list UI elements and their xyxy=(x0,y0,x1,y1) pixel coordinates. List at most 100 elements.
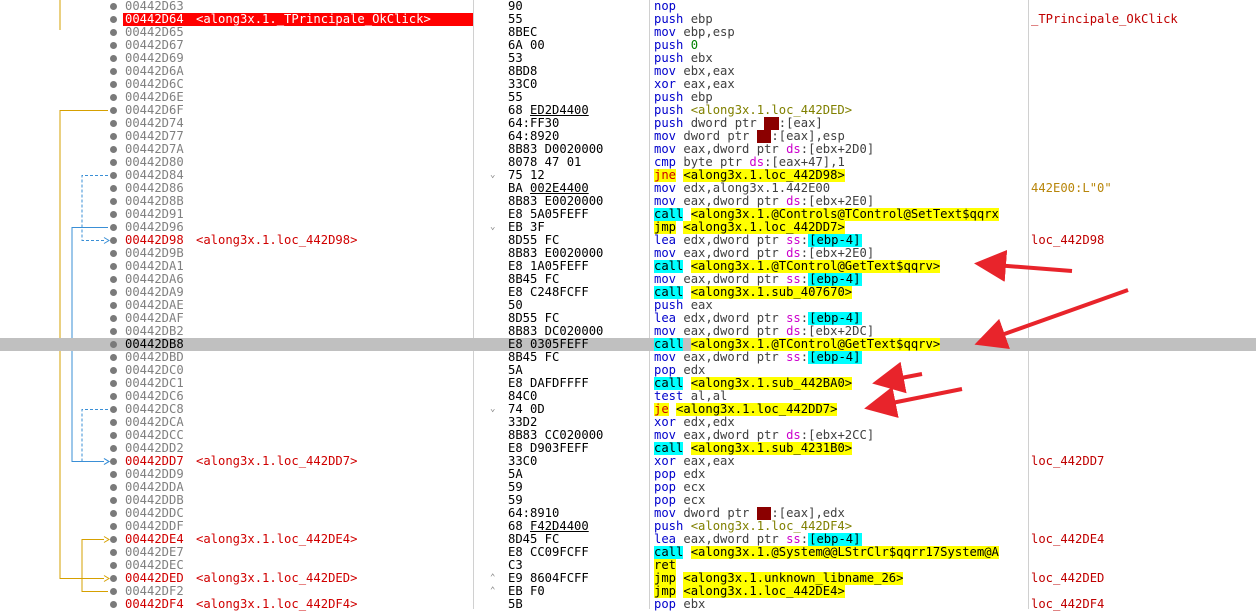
instruction-cell[interactable]: call <along3x.1.@TControl@GetText$qqrv> xyxy=(654,260,1027,273)
instruction-row[interactable]: 00442DCC 8B83 CC020000 mov eax,dword ptr d… xyxy=(0,429,1256,442)
instruction-cell[interactable]: ret xyxy=(654,559,1027,572)
instruction-cell[interactable]: pop ecx xyxy=(654,494,1027,507)
instruction-row[interactable]: 00442D6A 8BD8 mov ebx,eax xyxy=(0,65,1256,78)
breakpoint-dot-icon[interactable] xyxy=(110,146,117,153)
instruction-cell[interactable]: call <along3x.1.sub_407670> xyxy=(654,286,1027,299)
breakpoint-dot-icon[interactable] xyxy=(110,16,117,23)
disassembly-listing[interactable]: 00442D63 90 nop 00442D64 <along3x.1._TPrinci… xyxy=(0,0,1256,611)
instruction-cell[interactable]: nop xyxy=(654,0,1027,13)
instruction-row[interactable]: 00442DDA 59 pop ecx xyxy=(0,481,1256,494)
instruction-row[interactable]: 00442D77 64:8920 mov dword ptr fs:[eax],es… xyxy=(0,130,1256,143)
breakpoint-dot-icon[interactable] xyxy=(110,588,117,595)
instruction-row[interactable]: 00442DC8 ⌄ 74 0D je <along3x.1.loc_442DD7> xyxy=(0,403,1256,416)
instruction-cell[interactable]: push dword ptr fs:[eax] xyxy=(654,117,1027,130)
breakpoint-dot-icon[interactable] xyxy=(110,432,117,439)
breakpoint-dot-icon[interactable] xyxy=(110,341,117,348)
instruction-row[interactable]: 00442DE7 E8 CC09FCFF call <along3x.1.@Syst… xyxy=(0,546,1256,559)
instruction-cell[interactable]: mov dword ptr fs:[eax],esp xyxy=(654,130,1027,143)
instruction-cell[interactable]: jmp <along3x.1.unknown_libname_26> xyxy=(654,572,1027,585)
instruction-cell[interactable]: push ebp xyxy=(654,91,1027,104)
instruction-cell[interactable]: mov edx,along3x.1.442E00 xyxy=(654,182,1027,195)
instruction-row[interactable]: 00442D64 <along3x.1._TPrincipale_OkClick>… xyxy=(0,13,1256,26)
breakpoint-dot-icon[interactable] xyxy=(110,419,117,426)
instruction-cell[interactable]: mov eax,dword ptr ds:[ebx+2CC] xyxy=(654,429,1027,442)
instruction-cell[interactable]: mov eax,dword ptr ds:[ebx+2DC] xyxy=(654,325,1027,338)
instruction-cell[interactable]: pop ebx xyxy=(654,598,1027,611)
instruction-row[interactable]: 00442D9B 8B83 E0020000 mov eax,dword ptr d… xyxy=(0,247,1256,260)
instruction-cell[interactable]: mov eax,dword ptr ds:[ebx+2D0] xyxy=(654,143,1027,156)
breakpoint-dot-icon[interactable] xyxy=(110,211,117,218)
breakpoint-dot-icon[interactable] xyxy=(110,328,117,335)
breakpoint-dot-icon[interactable] xyxy=(110,549,117,556)
instruction-cell[interactable]: lea eax,dword ptr ss:[ebp-4] xyxy=(654,533,1027,546)
breakpoint-dot-icon[interactable] xyxy=(110,198,117,205)
instruction-cell[interactable]: mov dword ptr fs:[eax],edx xyxy=(654,507,1027,520)
instruction-row[interactable]: 00442DAE 50 push eax xyxy=(0,299,1256,312)
instruction-cell[interactable]: xor eax,eax xyxy=(654,78,1027,91)
breakpoint-dot-icon[interactable] xyxy=(110,445,117,452)
breakpoint-dot-icon[interactable] xyxy=(110,81,117,88)
instruction-row[interactable]: 00442DE4 <along3x.1.loc_442DE4> 8D45 FC lea… xyxy=(0,533,1256,546)
breakpoint-dot-icon[interactable] xyxy=(110,393,117,400)
instruction-cell[interactable]: push <along3x.1.loc_442DF4> xyxy=(654,520,1027,533)
instruction-row[interactable]: 00442D74 64:FF30 push dword ptr fs:[eax] xyxy=(0,117,1256,130)
instruction-row[interactable]: 00442D69 53 push ebx xyxy=(0,52,1256,65)
instruction-row[interactable]: 00442DC6 84C0 test al,al xyxy=(0,390,1256,403)
instruction-cell[interactable]: call <along3x.1.@System@@LStrClr$qqrr17S… xyxy=(654,546,1027,559)
instruction-cell[interactable]: lea edx,dword ptr ss:[ebp-4] xyxy=(654,312,1027,325)
instruction-row[interactable]: 00442DA1 E8 1A05FEFF call <along3x.1.@TCon… xyxy=(0,260,1256,273)
breakpoint-dot-icon[interactable] xyxy=(110,3,117,10)
breakpoint-dot-icon[interactable] xyxy=(110,94,117,101)
breakpoint-dot-icon[interactable] xyxy=(110,380,117,387)
breakpoint-dot-icon[interactable] xyxy=(110,523,117,530)
instruction-cell[interactable]: jmp <along3x.1.loc_442DD7> xyxy=(654,221,1027,234)
instruction-cell[interactable]: push ebx xyxy=(654,52,1027,65)
breakpoint-dot-icon[interactable] xyxy=(110,159,117,166)
breakpoint-dot-icon[interactable] xyxy=(110,224,117,231)
instruction-cell[interactable]: pop edx xyxy=(654,364,1027,377)
instruction-row[interactable]: 00442D6C 33C0 xor eax,eax xyxy=(0,78,1256,91)
instruction-row[interactable]: 00442DA9 E8 C248FCFF call <along3x.1.sub_4… xyxy=(0,286,1256,299)
instruction-row[interactable]: 00442DB8 E8 0305FEFF call <along3x.1.@TCon… xyxy=(0,338,1256,351)
breakpoint-dot-icon[interactable] xyxy=(110,185,117,192)
instruction-row[interactable]: 00442D91 E8 5A05FEFF call <along3x.1.@Cont… xyxy=(0,208,1256,221)
breakpoint-dot-icon[interactable] xyxy=(110,263,117,270)
breakpoint-dot-icon[interactable] xyxy=(110,458,117,465)
instruction-cell[interactable]: mov eax,dword ptr ds:[ebx+2E0] xyxy=(654,247,1027,260)
instruction-row[interactable]: 00442D98 <along3x.1.loc_442D98> 8D55 FC lea… xyxy=(0,234,1256,247)
instruction-row[interactable]: 00442DB2 8B83 DC020000 mov eax,dword ptr d… xyxy=(0,325,1256,338)
instruction-cell[interactable]: xor edx,edx xyxy=(654,416,1027,429)
instruction-row[interactable]: 00442D80 8078 47 01 cmp byte ptr ds:[eax+4… xyxy=(0,156,1256,169)
instruction-row[interactable]: 00442DC1 E8 DAFDFFFF call <along3x.1.sub_4… xyxy=(0,377,1256,390)
instruction-cell[interactable]: call <along3x.1.sub_4231B0> xyxy=(654,442,1027,455)
instruction-row[interactable]: 00442D67 6A 00 push 0 xyxy=(0,39,1256,52)
breakpoint-dot-icon[interactable] xyxy=(110,68,117,75)
instruction-cell[interactable]: lea edx,dword ptr ss:[ebp-4] xyxy=(654,234,1027,247)
instruction-row[interactable]: 00442DBD 8B45 FC mov eax,dword ptr ss:[ebp… xyxy=(0,351,1256,364)
instruction-row[interactable]: 00442D6E 55 push ebp xyxy=(0,91,1256,104)
instruction-row[interactable]: 00442D7A 8B83 D0020000 mov eax,dword ptr d… xyxy=(0,143,1256,156)
instruction-cell[interactable]: pop edx xyxy=(654,468,1027,481)
instruction-row[interactable]: 00442DC0 5A pop edx xyxy=(0,364,1256,377)
instruction-cell[interactable]: cmp byte ptr ds:[eax+47],1 xyxy=(654,156,1027,169)
instruction-row[interactable]: 00442D6F 68 ED2D4400 push <along3x.1.loc_4… xyxy=(0,104,1256,117)
breakpoint-dot-icon[interactable] xyxy=(110,601,117,608)
instruction-cell[interactable]: mov eax,dword ptr ds:[ebx+2E0] xyxy=(654,195,1027,208)
instruction-cell[interactable]: jne <along3x.1.loc_442D98> xyxy=(654,169,1027,182)
instruction-cell[interactable]: mov ebx,eax xyxy=(654,65,1027,78)
instruction-cell[interactable]: mov eax,dword ptr ss:[ebp-4] xyxy=(654,273,1027,286)
breakpoint-dot-icon[interactable] xyxy=(110,562,117,569)
breakpoint-dot-icon[interactable] xyxy=(110,289,117,296)
breakpoint-dot-icon[interactable] xyxy=(110,107,117,114)
instruction-cell[interactable]: je <along3x.1.loc_442DD7> xyxy=(654,403,1027,416)
breakpoint-dot-icon[interactable] xyxy=(110,237,117,244)
breakpoint-dot-icon[interactable] xyxy=(110,133,117,140)
instruction-cell[interactable]: push eax xyxy=(654,299,1027,312)
breakpoint-dot-icon[interactable] xyxy=(110,354,117,361)
instruction-cell[interactable]: push 0 xyxy=(654,39,1027,52)
breakpoint-dot-icon[interactable] xyxy=(110,42,117,49)
breakpoint-dot-icon[interactable] xyxy=(110,367,117,374)
breakpoint-dot-icon[interactable] xyxy=(110,120,117,127)
instruction-row[interactable]: 00442D86 BA 002E4400 mov edx,along3x.1.442… xyxy=(0,182,1256,195)
instruction-row[interactable]: 00442DAF 8D55 FC lea edx,dword ptr ss:[ebp… xyxy=(0,312,1256,325)
